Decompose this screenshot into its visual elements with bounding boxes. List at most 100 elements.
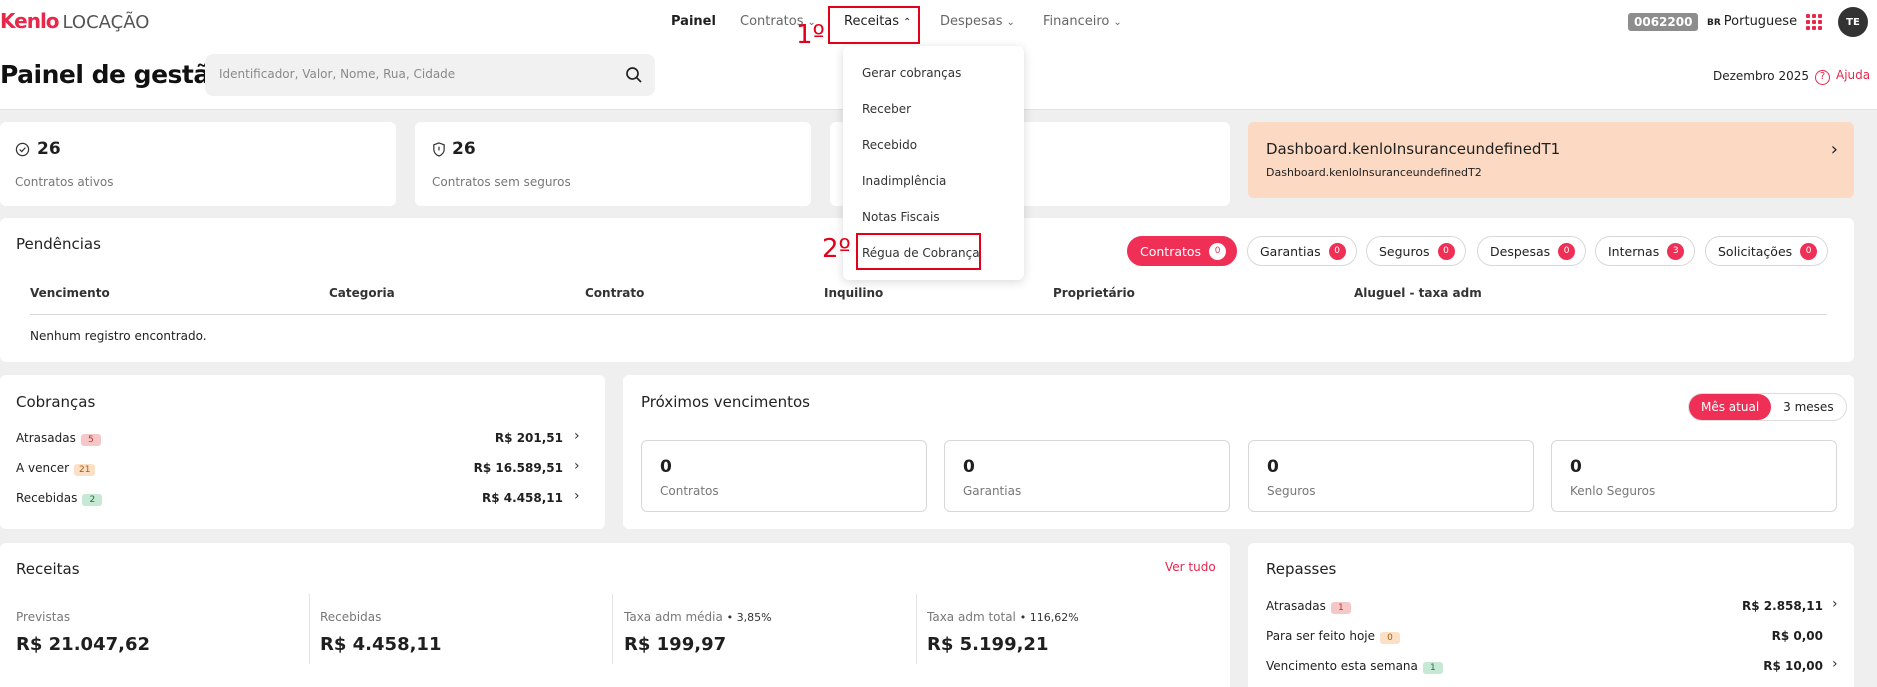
menu-item-inadimplencia[interactable]: Inadimplência	[862, 174, 946, 188]
menu-item-receber[interactable]: Receber	[862, 102, 911, 116]
nav-financeiro[interactable]: Financeiro ⌄	[1043, 14, 1122, 29]
promo-title: Dashboard.kenloInsuranceundefinedT1	[1266, 140, 1561, 158]
chevron-right-icon[interactable]: ›	[574, 458, 580, 474]
receitas-col-label: Taxa adm total • 116,62%	[927, 610, 1079, 624]
ver-tudo-link[interactable]: Ver tudo	[1165, 560, 1216, 574]
filter-seguros[interactable]: Seguros 0	[1366, 236, 1466, 266]
stat-card-contratos-ativos[interactable]: 26 Contratos ativos	[0, 122, 396, 206]
nav-despesas[interactable]: Despesas ⌄	[940, 14, 1015, 29]
stat-value: 26	[452, 139, 476, 159]
search-input[interactable]: Identificador, Valor, Nome, Rua, Cidade	[205, 54, 655, 96]
row-label: A vencer	[16, 461, 70, 475]
repasse-row-semana[interactable]: Vencimento esta semana 1	[1266, 659, 1443, 674]
filter-label: Seguros	[1379, 243, 1430, 259]
check-circle-icon	[15, 142, 30, 157]
annotation-step-2: 2º	[822, 234, 851, 264]
month-selector[interactable]: Dezembro 2025	[1713, 69, 1809, 83]
row-label: Atrasadas	[16, 431, 76, 445]
receitas-col-value: R$ 21.047,62	[16, 634, 150, 655]
count-badge: 0	[1380, 632, 1401, 644]
filter-count: 0	[1800, 242, 1818, 260]
row-value: R$ 2.858,11	[1742, 599, 1823, 613]
proximos-box-contratos[interactable]: 0 Contratos	[641, 440, 927, 512]
box-value: 0	[660, 457, 672, 477]
filter-count: 0	[1209, 242, 1227, 260]
divider	[916, 594, 917, 664]
label-text: Previstas	[16, 610, 71, 624]
filter-count: 0	[1437, 242, 1455, 260]
receitas-title: Receitas	[16, 560, 80, 578]
filter-label: Internas	[1608, 243, 1660, 259]
proximos-box-seguros[interactable]: 0 Seguros	[1248, 440, 1534, 512]
row-label: Atrasadas	[1266, 599, 1326, 613]
help-link[interactable]: ? Ajuda	[1815, 68, 1870, 85]
filter-label: Contratos	[1140, 243, 1202, 259]
repasses-title: Repasses	[1266, 560, 1337, 578]
proximos-box-kenlo-seguros[interactable]: 0 Kenlo Seguros	[1551, 440, 1837, 512]
column-header[interactable]: Aluguel - taxa adm	[1354, 286, 1482, 300]
row-label: Para ser feito hoje	[1266, 629, 1376, 643]
filter-internas[interactable]: Internas 3	[1595, 236, 1696, 266]
receitas-col-label: Taxa adm média • 3,85%	[624, 610, 772, 624]
label-extra: • 3,85%	[726, 611, 772, 624]
chevron-right-icon[interactable]: ›	[574, 488, 580, 504]
filter-garantias[interactable]: Garantias 0	[1247, 236, 1357, 266]
row-value: R$ 16.589,51	[473, 461, 563, 475]
annotation-box-regua	[856, 233, 981, 270]
nav-financeiro-label: Financeiro	[1043, 14, 1110, 29]
chevron-right-icon[interactable]: ›	[574, 428, 580, 444]
count-badge: 1	[1422, 662, 1443, 674]
language-selector[interactable]: BR Portuguese	[1707, 14, 1797, 29]
period-toggle: Mês atual 3 meses	[1688, 393, 1847, 421]
search-placeholder: Identificador, Valor, Nome, Rua, Cidade	[219, 67, 456, 81]
column-header[interactable]: Vencimento	[30, 286, 110, 300]
nav-painel[interactable]: Painel	[671, 14, 716, 29]
chevron-right-icon[interactable]: ›	[1832, 656, 1838, 672]
receitas-col-value: R$ 5.199,21	[927, 634, 1049, 655]
count-badge: 2	[82, 494, 103, 506]
repasse-row-hoje[interactable]: Para ser feito hoje 0	[1266, 629, 1401, 644]
apps-grid-icon[interactable]	[1806, 14, 1822, 30]
box-value: 0	[1267, 457, 1279, 477]
annotation-box-receitas	[828, 6, 920, 44]
avatar[interactable]: TE	[1838, 7, 1868, 37]
toggle-mes-atual[interactable]: Mês atual	[1689, 394, 1772, 420]
search-icon[interactable]	[625, 66, 643, 84]
box-value: 0	[1570, 457, 1582, 477]
box-value: 0	[963, 457, 975, 477]
column-header[interactable]: Categoria	[329, 286, 395, 300]
cobranca-row-atrasadas[interactable]: Atrasadas 5	[16, 431, 101, 446]
row-label: Recebidas	[16, 491, 78, 505]
table-divider	[30, 314, 1827, 315]
chevron-down-icon: ⌄	[1113, 17, 1122, 28]
insurance-promo-card[interactable]: Dashboard.kenloInsuranceundefinedT1 Dash…	[1248, 122, 1854, 198]
pendencias-title: Pendências	[16, 235, 101, 253]
column-header[interactable]: Inquilino	[824, 286, 883, 300]
menu-item-gerar-cobrancas[interactable]: Gerar cobranças	[862, 66, 961, 80]
cobranca-row-a-vencer[interactable]: A vencer 21	[16, 461, 96, 476]
cobranca-row-recebidas[interactable]: Recebidas 2	[16, 491, 103, 506]
nav-contratos-label: Contratos	[740, 14, 804, 29]
repasse-row-atrasadas[interactable]: Atrasadas 1	[1266, 599, 1351, 614]
column-header[interactable]: Proprietário	[1053, 286, 1135, 300]
kenlo-logo[interactable]: Kenlo LOCAÇÃO	[0, 9, 149, 33]
toggle-3-meses[interactable]: 3 meses	[1771, 394, 1845, 420]
filter-count: 3	[1667, 242, 1685, 260]
filter-solicitacoes[interactable]: Solicitações 0	[1705, 236, 1829, 266]
filter-contratos[interactable]: Contratos 0	[1127, 236, 1238, 266]
divider	[612, 594, 613, 664]
chevron-right-icon: ›	[1830, 139, 1838, 160]
menu-item-recebido[interactable]: Recebido	[862, 138, 917, 152]
label-extra: • 116,62%	[1019, 611, 1079, 624]
stat-card-sem-seguros[interactable]: 26 Contratos sem seguros	[415, 122, 811, 206]
row-label: Vencimento esta semana	[1266, 659, 1418, 673]
filter-despesas[interactable]: Despesas 0	[1477, 236, 1587, 266]
box-label: Seguros	[1267, 484, 1316, 498]
proximos-box-garantias[interactable]: 0 Garantias	[944, 440, 1230, 512]
column-header[interactable]: Contrato	[585, 286, 644, 300]
menu-item-notas-fiscais[interactable]: Notas Fiscais	[862, 210, 940, 224]
help-label: Ajuda	[1836, 68, 1871, 82]
chevron-right-icon[interactable]: ›	[1832, 596, 1838, 612]
flag-icon: BR	[1707, 18, 1721, 28]
box-label: Contratos	[660, 484, 719, 498]
